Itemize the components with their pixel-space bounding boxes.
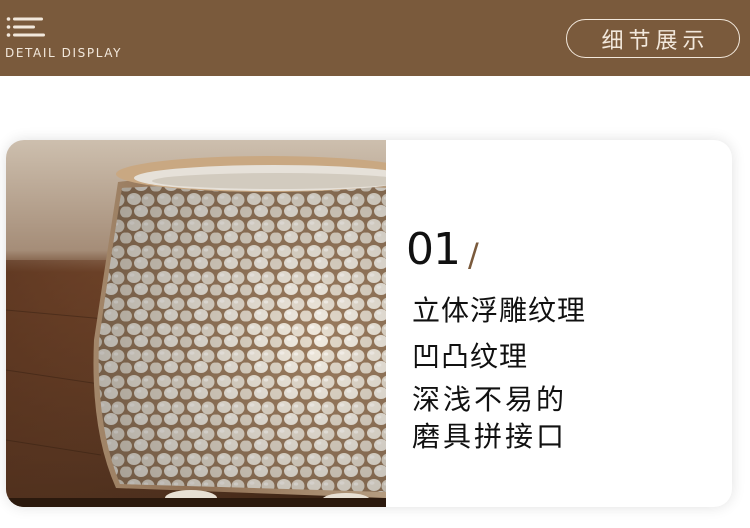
menu-icon[interactable] — [6, 16, 46, 38]
detail-number: 01 — [406, 224, 461, 275]
section-badge: 细节展示 — [566, 19, 740, 58]
detail-line-2: 凹凸纹理 — [412, 340, 529, 373]
header-subtitle: DETAIL DISPLAY — [5, 46, 123, 60]
detail-card: 01 / 立体浮雕纹理 凹凸纹理 深浅不易的 磨具拼接口 — [6, 140, 732, 507]
header-banner: DETAIL DISPLAY 细节展示 — [0, 0, 750, 76]
detail-line-1: 立体浮雕纹理 — [412, 294, 587, 327]
detail-separator: / — [468, 236, 479, 274]
section-badge-label: 细节展示 — [601, 28, 710, 54]
detail-line-4: 磨具拼接口 — [412, 420, 568, 453]
cup-texture-photo — [6, 140, 386, 507]
detail-line-3: 深浅不易的 — [412, 383, 568, 416]
